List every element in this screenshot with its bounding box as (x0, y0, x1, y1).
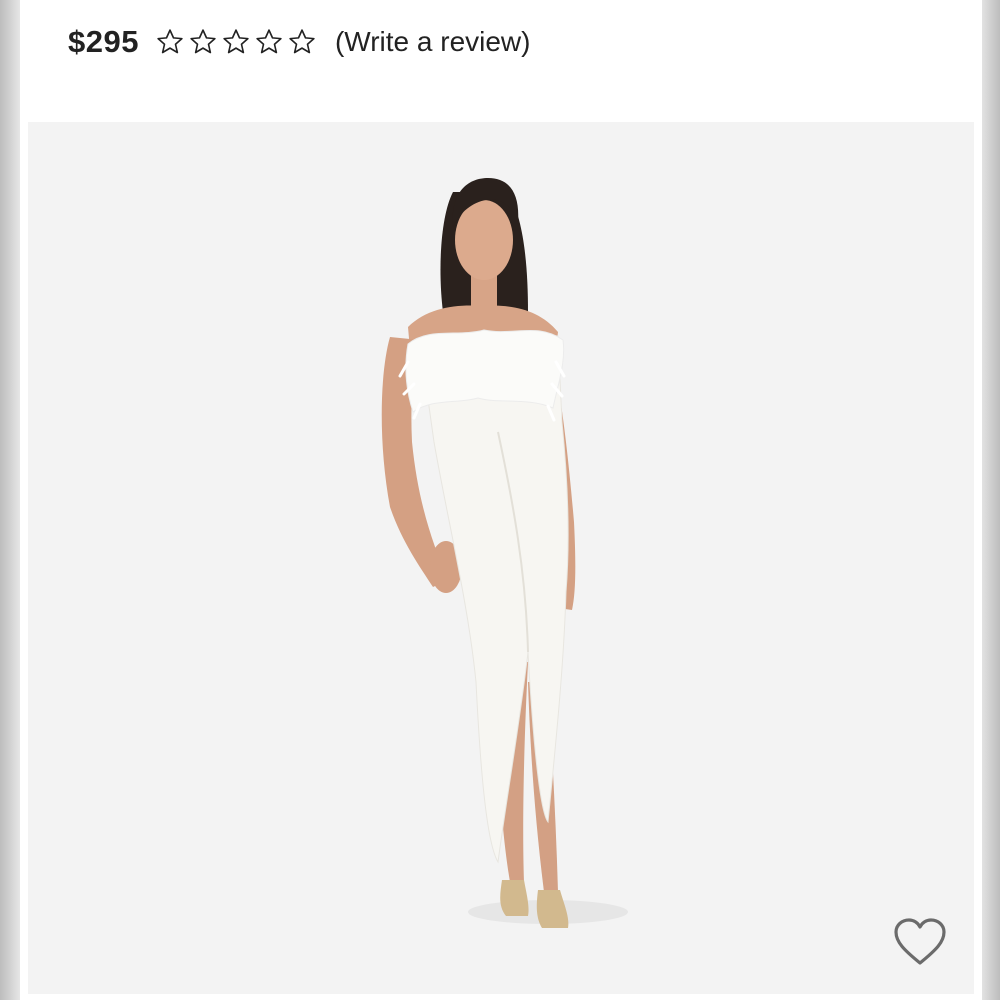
write-review-link[interactable]: (Write a review) (335, 26, 531, 58)
product-image[interactable] (28, 122, 974, 994)
left-edge-shadow (0, 0, 20, 1000)
product-page: $295 (Write a review) (20, 0, 982, 1000)
price-rating-row: $295 (Write a review) (68, 20, 530, 64)
star-outline-icon[interactable] (221, 27, 251, 57)
product-price: $295 (68, 24, 139, 59)
model-figure-illustration (381, 178, 628, 928)
star-rating[interactable] (155, 27, 317, 57)
star-outline-icon[interactable] (254, 27, 284, 57)
star-outline-icon[interactable] (287, 27, 317, 57)
star-outline-icon[interactable] (155, 27, 185, 57)
heart-outline-icon[interactable] (892, 917, 948, 969)
star-outline-icon[interactable] (188, 27, 218, 57)
right-edge-shadow (980, 0, 1000, 1000)
